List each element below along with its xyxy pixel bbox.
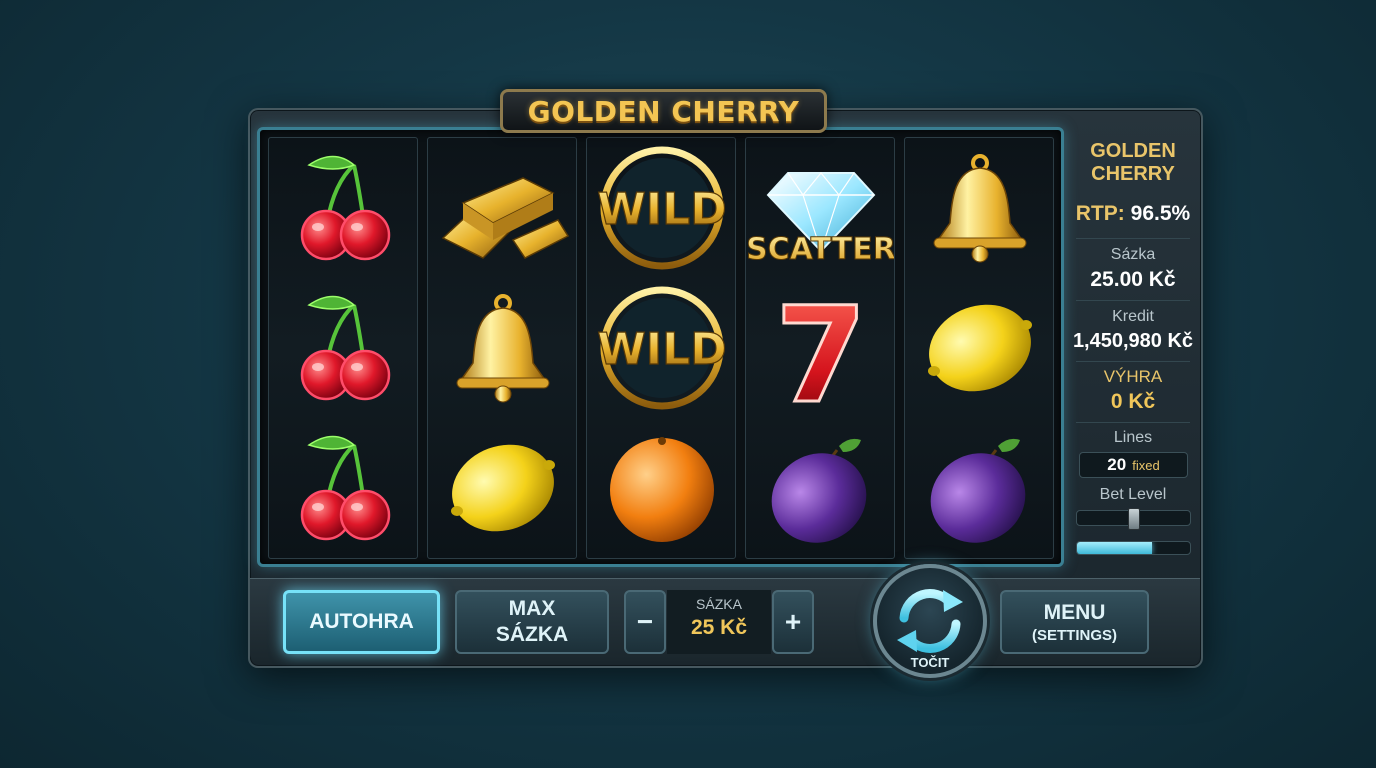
bell-icon <box>456 294 550 403</box>
scatter-symbol-text: SCATTER <box>748 232 894 267</box>
bet-label: Sázka <box>1110 246 1156 263</box>
divider <box>1076 238 1190 239</box>
lemon-symbol <box>428 418 578 558</box>
lines-label: Lines <box>1113 429 1153 446</box>
menu-button[interactable]: MENU (SETTINGS) <box>1000 590 1149 654</box>
rtp-label: RTP: <box>1075 202 1125 225</box>
bet-display-value: 25 Kč <box>690 616 748 639</box>
bell-symbol <box>905 138 1055 278</box>
cherry-icon <box>300 155 391 261</box>
lines-value: 20 <box>1107 455 1127 474</box>
progress-bar <box>1076 541 1191 555</box>
rtp-value: 96.5% <box>1130 202 1191 225</box>
diamond-scatter-icon: SCATTER <box>748 172 894 268</box>
bet-level-label: Bet Level <box>1099 486 1167 503</box>
seven-symbol: 7 <box>746 278 896 418</box>
game-title: GOLDEN CHERRY <box>527 94 800 128</box>
win-value: 0 Kč <box>1110 390 1156 413</box>
bet-level-slider[interactable] <box>1076 508 1191 530</box>
cherry-symbol <box>269 138 419 278</box>
bet-display: SÁZKA 25 Kč <box>667 590 771 654</box>
spin-button[interactable]: TOČIT <box>873 564 987 678</box>
diamond-scatter-symbol: SCATTER <box>746 138 896 278</box>
wild-symbol-text: WILD <box>597 324 726 375</box>
seven-symbol-text: 7 <box>775 283 867 413</box>
reel-4: SCATTER 7 <box>745 137 895 559</box>
rtp-readout: RTP: 96.5% <box>1068 202 1198 226</box>
cherry-icon <box>300 295 391 401</box>
increase-bet-button[interactable]: + <box>772 590 814 654</box>
game-title-plate: GOLDEN CHERRY <box>500 89 827 133</box>
spin-label: TOČIT <box>910 655 950 670</box>
lemon-symbol <box>905 278 1055 418</box>
max-bet-button[interactable]: MAX SÁZKA <box>455 590 609 654</box>
lemon-icon <box>928 304 1032 392</box>
bet-value: 25.00 Kč <box>1090 268 1176 291</box>
gold-bars-icon <box>441 177 570 259</box>
credit-value: 1,450,980 Kč <box>1072 330 1194 352</box>
credit-label: Kredit <box>1112 308 1154 325</box>
gold-bars-symbol <box>428 138 578 278</box>
wild-symbol: WILD <box>587 138 737 278</box>
seven-icon: 7 <box>774 283 869 413</box>
divider <box>1076 361 1190 362</box>
divider <box>1076 300 1190 301</box>
wild-symbol-text: WILD <box>597 184 726 235</box>
bell-symbol <box>428 278 578 418</box>
panel-game-name: GOLDEN CHERRY <box>1090 140 1176 185</box>
reel-1 <box>268 137 418 559</box>
orange-symbol <box>587 418 737 558</box>
lines-note: fixed <box>1132 457 1160 473</box>
lemon-icon <box>451 444 555 532</box>
plum-symbol <box>746 418 896 558</box>
bet-level-slider-handle[interactable] <box>1128 508 1140 530</box>
plum-icon <box>771 438 867 543</box>
progress-bar-fill <box>1077 542 1152 554</box>
reel-5 <box>904 137 1054 559</box>
autoplay-button[interactable]: AUTOHRA <box>283 590 440 654</box>
decrease-bet-button[interactable]: − <box>624 590 666 654</box>
reel-2 <box>427 137 577 559</box>
bet-display-label: SÁZKA <box>696 596 742 612</box>
reel-3: WILD WILD <box>586 137 736 559</box>
wild-icon: WILD <box>597 286 727 410</box>
orange-icon <box>610 437 714 542</box>
wild-symbol: WILD <box>587 278 737 418</box>
plum-symbol <box>905 418 1055 558</box>
divider <box>1076 422 1190 423</box>
cherry-symbol <box>269 418 419 558</box>
bell-icon <box>933 154 1027 263</box>
wild-icon: WILD <box>597 146 727 270</box>
cherry-symbol <box>269 278 419 418</box>
win-label: VÝHRA <box>1103 367 1163 386</box>
lines-display: 20 fixed <box>1079 452 1188 478</box>
info-panel: GOLDEN CHERRY RTP: 96.5% Sázka 25.00 Kč … <box>1068 130 1198 570</box>
plum-icon <box>930 438 1026 543</box>
cherry-icon <box>300 435 391 541</box>
